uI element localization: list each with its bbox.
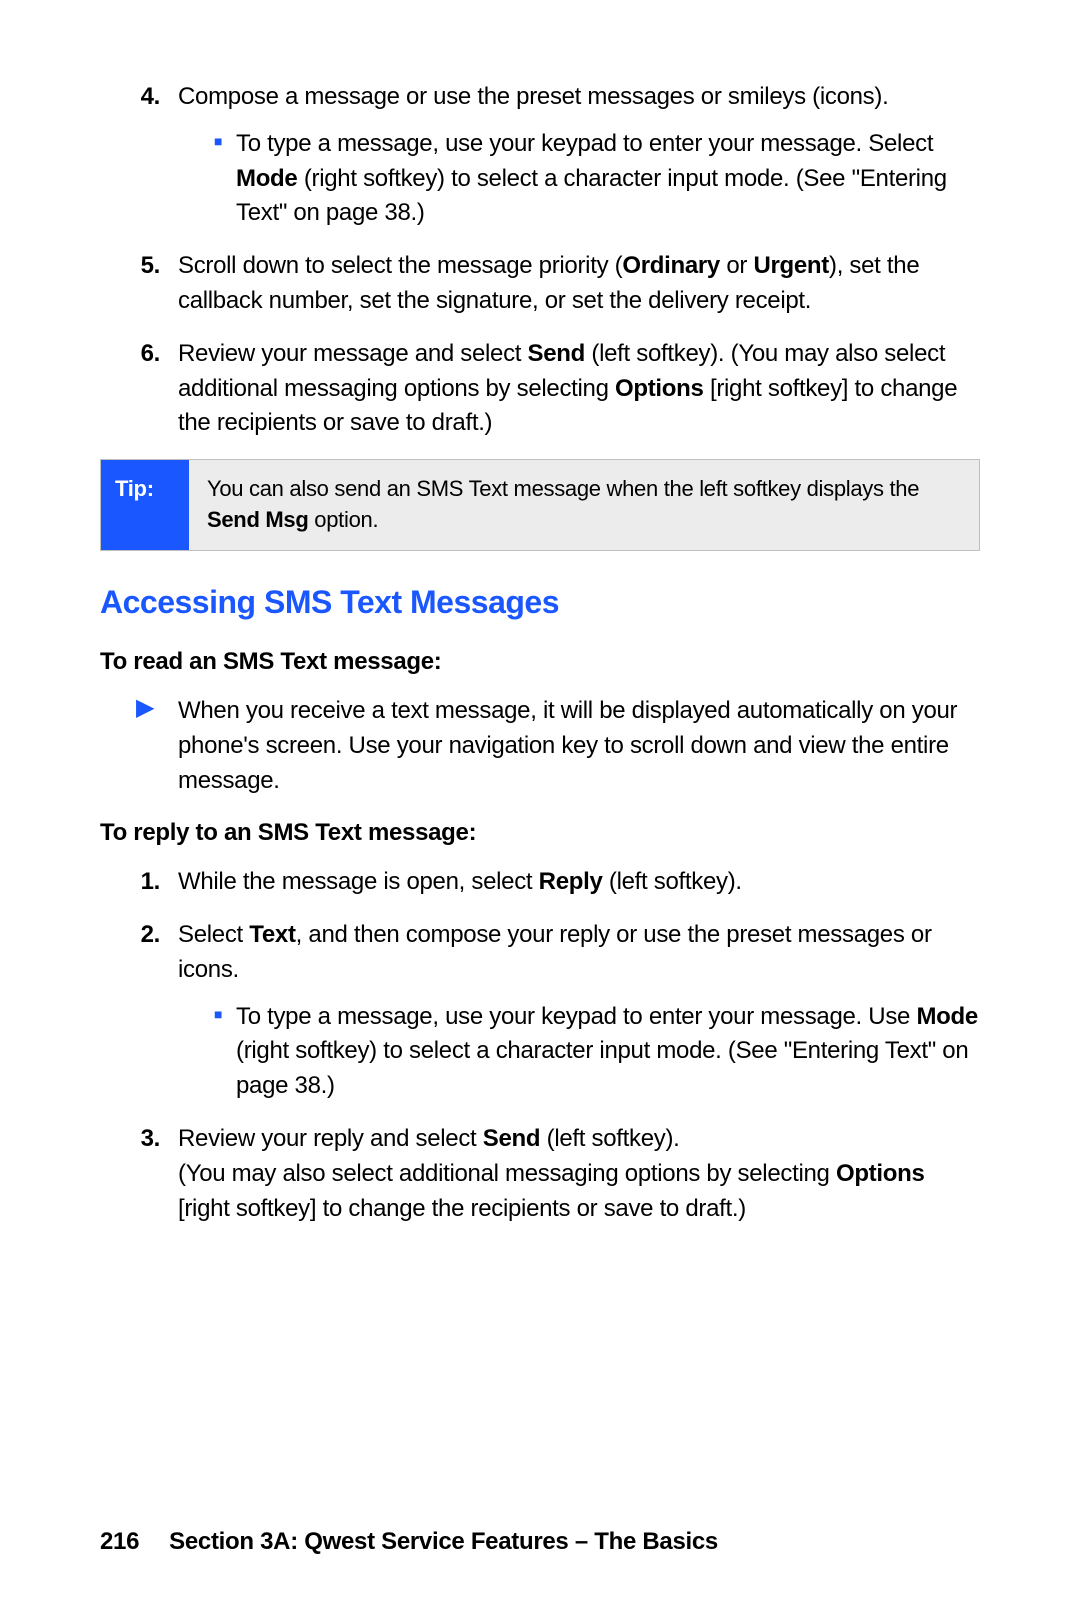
step-text: Compose a message or use the preset mess… <box>178 83 888 110</box>
text: (You may also select additional messagin… <box>178 1160 836 1187</box>
ordered-list-top: 4. Compose a message or use the preset m… <box>100 80 980 441</box>
arrow-body: When you receive a text message, it will… <box>178 694 980 798</box>
sub-bullet: ■ To type a message, use your keypad to … <box>214 1000 980 1104</box>
subheading-read: To read an SMS Text message: <box>100 645 980 680</box>
bold-text: Ordinary <box>622 252 720 279</box>
bold-text: Reply <box>539 868 603 895</box>
bold-text: Send <box>483 1125 540 1152</box>
step-body: Select Text, and then compose your reply… <box>178 918 980 1104</box>
bold-text: Options <box>615 375 704 402</box>
arrow-icon: ▶ <box>136 694 178 798</box>
text: Select <box>178 921 249 948</box>
tip-box: Tip: You can also send an SMS Text messa… <box>100 459 980 551</box>
sub-bullet: ■ To type a message, use your keypad to … <box>214 127 980 231</box>
text: (left softkey). <box>603 868 742 895</box>
arrow-item: ▶ When you receive a text message, it wi… <box>136 694 980 798</box>
step-number: 3. <box>100 1122 178 1226</box>
step-number: 6. <box>100 337 178 441</box>
step-number: 5. <box>100 249 178 319</box>
text: option. <box>309 507 379 532</box>
reply-step-3: 3. Review your reply and select Send (le… <box>100 1122 980 1226</box>
sub-body: To type a message, use your keypad to en… <box>236 1000 980 1104</box>
tip-label: Tip: <box>101 460 189 550</box>
subheading-reply: To reply to an SMS Text message: <box>100 816 980 851</box>
text: To type a message, use your keypad to en… <box>236 130 933 157</box>
text: (right softkey) to select a character in… <box>236 165 947 227</box>
section-title: Section 3A: Qwest Service Features – The… <box>169 1528 718 1555</box>
step-6: 6. Review your message and select Send (… <box>100 337 980 441</box>
bold-text: Urgent <box>753 252 829 279</box>
page-number: 216 <box>100 1528 139 1555</box>
tip-body: You can also send an SMS Text message wh… <box>189 460 979 550</box>
step-number: 4. <box>100 80 178 231</box>
step-body: Review your reply and select Send (left … <box>178 1122 980 1226</box>
sub-body: To type a message, use your keypad to en… <box>236 127 980 231</box>
page-footer: 216 Section 3A: Qwest Service Features – … <box>100 1525 718 1560</box>
step-body: Compose a message or use the preset mess… <box>178 80 980 231</box>
text: Scroll down to select the message priori… <box>178 252 622 279</box>
step-body: Scroll down to select the message priori… <box>178 249 980 319</box>
text: (left softkey). <box>540 1125 679 1152</box>
bold-text: Options <box>836 1160 925 1187</box>
bold-text: Send <box>528 340 585 367</box>
bullet-icon: ■ <box>214 1000 236 1104</box>
bullet-icon: ■ <box>214 127 236 231</box>
step-body: Review your message and select Send (lef… <box>178 337 980 441</box>
step-body: While the message is open, select Reply … <box>178 865 980 900</box>
step-number: 2. <box>100 918 178 1104</box>
text: Review your message and select <box>178 340 528 367</box>
text: You can also send an SMS Text message wh… <box>207 476 919 501</box>
step-5: 5. Scroll down to select the message pri… <box>100 249 980 319</box>
text: Review your reply and select <box>178 1125 483 1152</box>
bold-text: Mode <box>916 1003 977 1030</box>
text: (right softkey) to select a character in… <box>236 1037 968 1099</box>
reply-step-1: 1. While the message is open, select Rep… <box>100 865 980 900</box>
bold-text: Mode <box>236 165 297 192</box>
section-heading: Accessing SMS Text Messages <box>100 579 980 625</box>
step-4: 4. Compose a message or use the preset m… <box>100 80 980 231</box>
text: [right softkey] to change the recipients… <box>178 1195 746 1222</box>
text: While the message is open, select <box>178 868 539 895</box>
ordered-list-reply: 1. While the message is open, select Rep… <box>100 865 980 1226</box>
bold-text: Send Msg <box>207 507 309 532</box>
bold-text: Text <box>249 921 295 948</box>
text: To type a message, use your keypad to en… <box>236 1003 916 1030</box>
text: or <box>720 252 753 279</box>
step-number: 1. <box>100 865 178 900</box>
reply-step-2: 2. Select Text, and then compose your re… <box>100 918 980 1104</box>
